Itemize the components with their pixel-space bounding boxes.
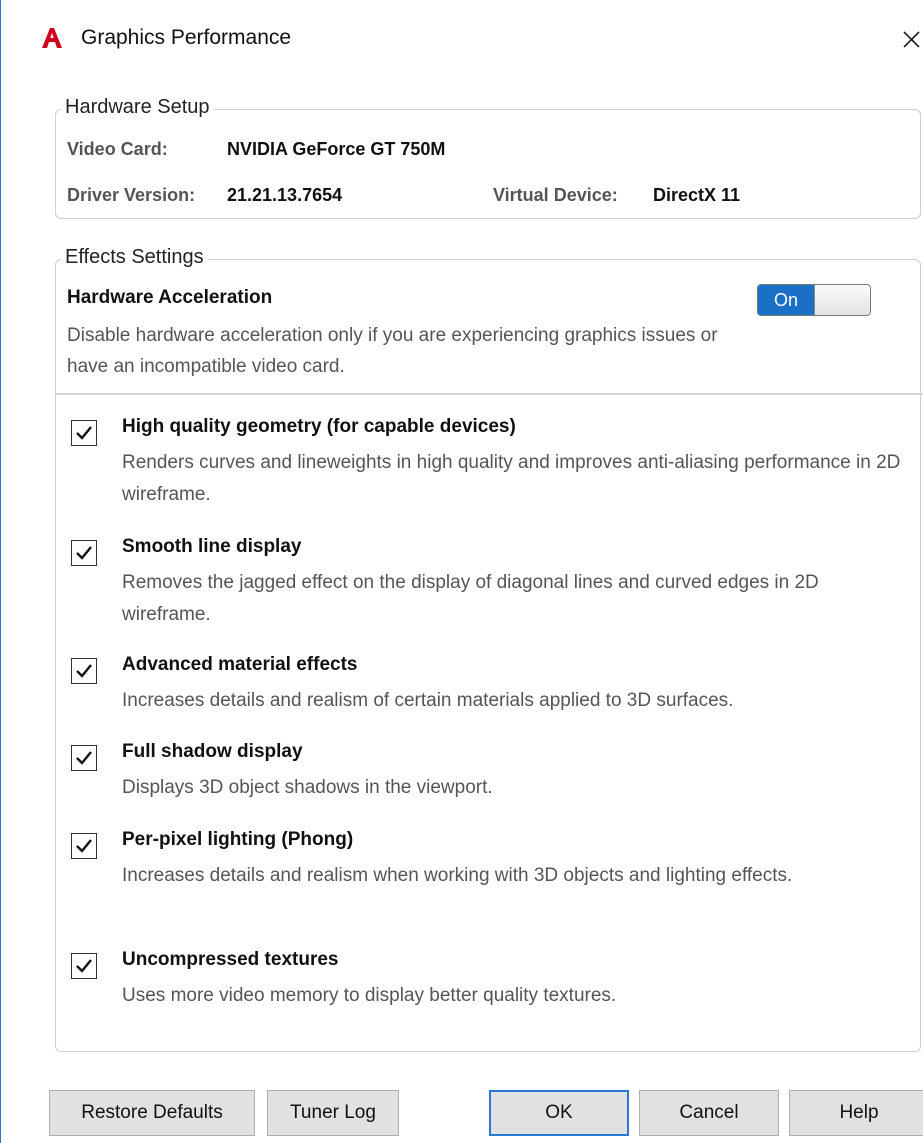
toggle-on-label: On bbox=[758, 285, 814, 315]
window-title: Graphics Performance bbox=[81, 26, 292, 49]
graphics-performance-dialog: Graphics Performance Hardware Setup Vide… bbox=[0, 0, 923, 1143]
checkmark-icon bbox=[76, 426, 92, 440]
full-shadow-display-checkbox[interactable] bbox=[71, 745, 97, 771]
driver-version-label: Driver Version: bbox=[67, 185, 196, 205]
uncompressed-textures-checkbox[interactable] bbox=[71, 953, 97, 979]
video-card-label: Video Card: bbox=[67, 139, 168, 159]
effect-title: High quality geometry (for capable devic… bbox=[122, 416, 516, 437]
advanced-material-effects-checkbox[interactable] bbox=[71, 658, 97, 684]
cancel-button[interactable]: Cancel bbox=[639, 1090, 779, 1136]
effect-description: Uses more video memory to display better… bbox=[122, 985, 617, 1006]
checkmark-icon bbox=[76, 546, 92, 560]
checkmark-icon bbox=[76, 751, 92, 765]
checkmark-icon bbox=[76, 959, 92, 973]
tuner-log-button[interactable]: Tuner Log bbox=[267, 1090, 399, 1136]
help-button[interactable]: Help bbox=[789, 1090, 923, 1136]
effect-description: Removes the jagged effect on the display… bbox=[122, 572, 819, 625]
effect-description: Renders curves and lineweights in high q… bbox=[122, 452, 901, 505]
effect-title: Full shadow display bbox=[122, 741, 303, 762]
smooth-line-display-checkbox[interactable] bbox=[71, 540, 97, 566]
hardware-acceleration-description: Disable hardware acceleration only if yo… bbox=[67, 325, 718, 377]
hardware-acceleration-toggle[interactable]: On bbox=[757, 284, 871, 316]
close-icon[interactable] bbox=[897, 24, 923, 54]
effect-title: Smooth line display bbox=[122, 536, 302, 557]
divider bbox=[55, 393, 923, 395]
effect-title: Per-pixel lighting (Phong) bbox=[122, 829, 354, 850]
effects-settings-title: Effects Settings bbox=[61, 245, 208, 269]
video-card-value: NVIDIA GeForce GT 750M bbox=[227, 139, 446, 159]
effect-description: Increases details and realism when worki… bbox=[122, 865, 793, 886]
hardware-setup-title: Hardware Setup bbox=[61, 95, 214, 119]
driver-version-value: 21.21.13.7654 bbox=[227, 185, 343, 205]
ok-button[interactable]: OK bbox=[489, 1090, 629, 1136]
checkmark-icon bbox=[76, 664, 92, 678]
autocad-logo-icon bbox=[42, 28, 62, 48]
effect-description: Increases details and realism of certain… bbox=[122, 690, 734, 711]
virtual-device-value: DirectX 11 bbox=[653, 185, 741, 205]
effect-description: Displays 3D object shadows in the viewpo… bbox=[122, 777, 493, 798]
checkmark-icon bbox=[76, 839, 92, 853]
per-pixel-lighting-checkbox[interactable] bbox=[71, 833, 97, 859]
restore-defaults-button[interactable]: Restore Defaults bbox=[49, 1090, 255, 1136]
high-quality-geometry-checkbox[interactable] bbox=[71, 420, 97, 446]
virtual-device-label: Virtual Device: bbox=[493, 185, 618, 205]
effect-title: Advanced material effects bbox=[122, 654, 358, 675]
effect-title: Uncompressed textures bbox=[122, 949, 339, 970]
title-bar: Graphics Performance bbox=[1, 0, 923, 80]
hardware-acceleration-title: Hardware Acceleration bbox=[67, 287, 273, 308]
toggle-knob bbox=[814, 285, 870, 315]
